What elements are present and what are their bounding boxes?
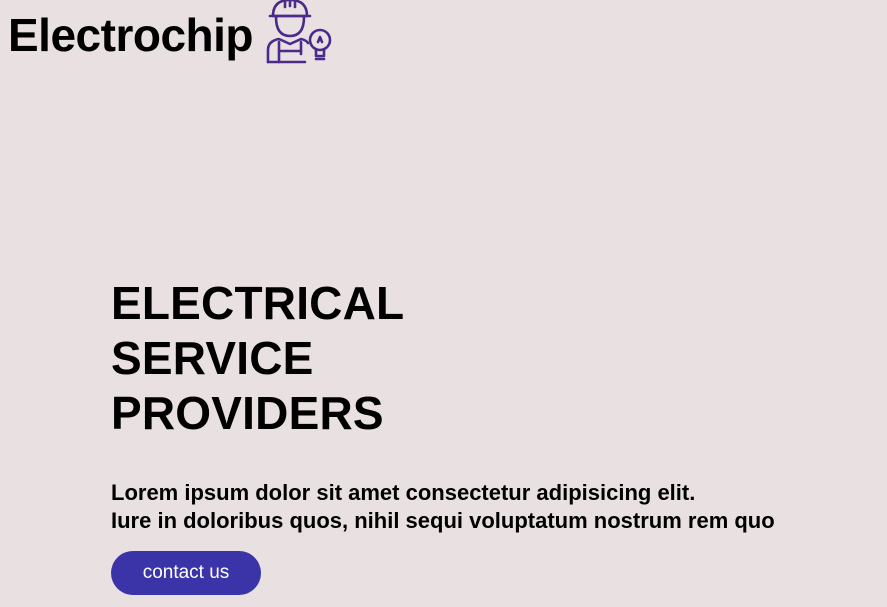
- site-header: Electrochip: [8, 0, 337, 70]
- brand-name[interactable]: Electrochip: [8, 12, 254, 58]
- hero-description: Lorem ipsum dolor sit amet consectetur a…: [111, 479, 871, 535]
- hero-title: ELECTRICAL SERVICE PROVIDERS: [111, 276, 871, 441]
- hero-title-line: ELECTRICAL: [111, 277, 405, 329]
- hero-title-line: PROVIDERS: [111, 387, 384, 439]
- electrician-with-lightbulb-icon: [265, 0, 337, 66]
- hero-description-line: Lorem ipsum dolor sit amet consectetur a…: [111, 480, 696, 505]
- hero-section: ELECTRICAL SERVICE PROVIDERS Lorem ipsum…: [111, 276, 871, 595]
- contact-us-button[interactable]: contact us: [111, 551, 261, 595]
- landing-page: Electrochip ELECTRICAL SERVICE PROVIDERS…: [0, 0, 887, 607]
- hero-title-line: SERVICE: [111, 332, 314, 384]
- hero-description-line: Iure in doloribus quos, nihil sequi volu…: [111, 508, 775, 533]
